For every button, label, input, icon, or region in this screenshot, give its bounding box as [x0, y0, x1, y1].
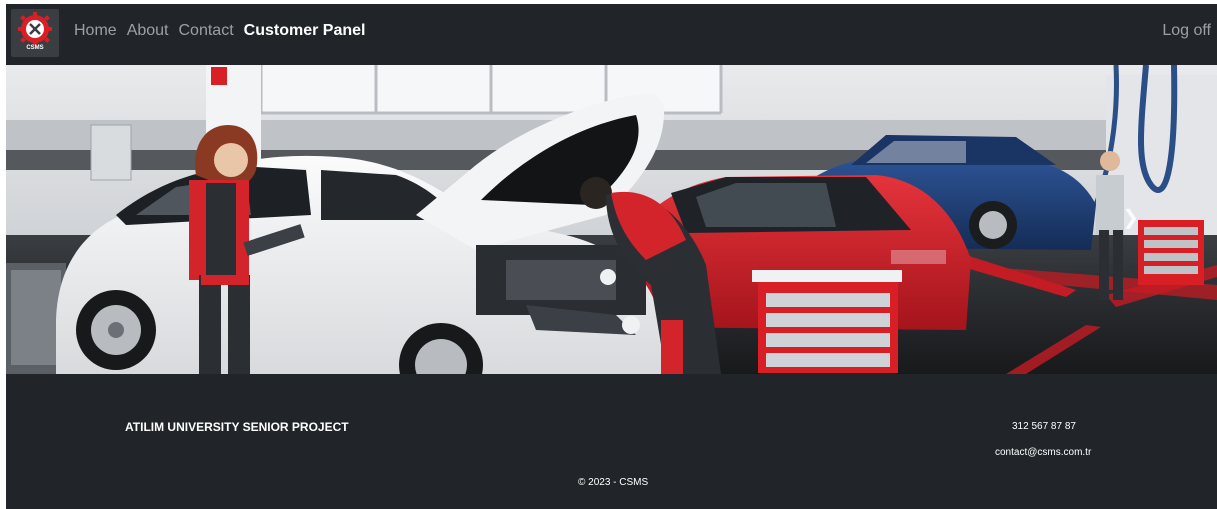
footer-email: contact@csms.com.tr [995, 447, 1092, 458]
nav-contact-link[interactable]: Contact [179, 21, 234, 41]
workshop-photo [6, 65, 1217, 374]
page-frame: CSMS Home About Contact Customer Panel L… [6, 4, 1217, 509]
nav-customer-panel-link[interactable]: Customer Panel [244, 21, 366, 41]
brand-logo-text: CSMS [26, 45, 44, 51]
main-nav: Home About Contact Customer Panel [74, 21, 365, 41]
footer: ATILIM UNIVERSITY SENIOR PROJECT 312 567… [6, 374, 1217, 509]
footer-copyright: © 2023 - CSMS [578, 477, 649, 488]
nav-home-link[interactable]: Home [74, 21, 117, 41]
nav-about-link[interactable]: About [127, 21, 169, 41]
logoff-link[interactable]: Log off [1162, 21, 1211, 41]
chevron-right-icon[interactable]: ❯ [1122, 205, 1139, 230]
footer-project-title: ATILIM UNIVERSITY SENIOR PROJECT [125, 420, 349, 434]
hero-banner: ❯ [6, 65, 1217, 374]
navbar: CSMS Home About Contact Customer Panel L… [6, 4, 1217, 63]
brand-logo[interactable]: CSMS [11, 9, 59, 57]
footer-phone: 312 567 87 87 [1012, 421, 1076, 432]
